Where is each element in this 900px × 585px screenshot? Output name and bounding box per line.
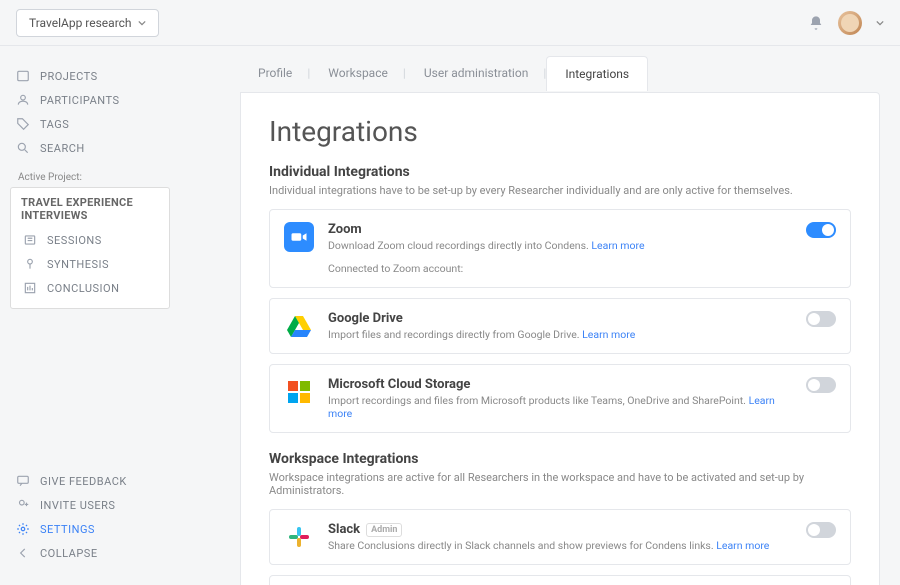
individual-desc: Individual integrations have to be set-u… xyxy=(269,184,851,197)
tab-workspace[interactable]: Workspace xyxy=(310,56,406,91)
individual-heading: Individual Integrations xyxy=(269,164,851,180)
tab-user-admin[interactable]: User administration xyxy=(406,56,546,91)
sidebar-item-label: PROJECTS xyxy=(40,70,98,83)
sidebar-item-label: SESSIONS xyxy=(47,234,102,247)
settings-tabs: Profile Workspace User administration In… xyxy=(240,56,880,92)
sidebar-item-label: GIVE FEEDBACK xyxy=(40,475,127,488)
sidebar-item-collapse[interactable]: COLLAPSE xyxy=(16,541,168,565)
sidebar-item-label: COLLAPSE xyxy=(40,547,98,560)
workspace-desc: Workspace integrations are active for al… xyxy=(269,471,851,497)
integration-ms-cloud: Microsoft Cloud Storage Import recording… xyxy=(269,364,851,433)
sidebar-item-label: INVITE USERS xyxy=(40,499,115,512)
sidebar-item-label: TAGS xyxy=(40,118,69,131)
sidebar-item-tags[interactable]: TAGS xyxy=(16,112,168,136)
sidebar-item-label: CONCLUSION xyxy=(47,282,119,295)
projects-icon xyxy=(16,69,30,83)
integration-desc: Import files and recordings directly fro… xyxy=(328,328,580,341)
microsoft-icon xyxy=(284,377,314,407)
sidebar-item-conclusion[interactable]: CONCLUSION xyxy=(23,276,159,300)
zoom-icon xyxy=(284,222,314,252)
sessions-icon xyxy=(23,233,37,247)
toggle-slack[interactable] xyxy=(806,522,836,538)
sidebar-item-participants[interactable]: PARTICIPANTS xyxy=(16,88,168,112)
integration-slack: Slack Admin Share Conclusions directly in… xyxy=(269,509,851,565)
project-selector[interactable]: TravelApp research xyxy=(16,9,159,37)
bell-icon[interactable] xyxy=(808,15,824,31)
tab-profile[interactable]: Profile xyxy=(240,56,310,91)
slack-icon xyxy=(284,522,314,552)
learn-more-link[interactable]: Learn more xyxy=(582,328,635,341)
toggle-zoom[interactable] xyxy=(806,222,836,238)
chevron-left-icon xyxy=(16,546,30,560)
sidebar-item-projects[interactable]: PROJECTS xyxy=(16,64,168,88)
toggle-gdrive[interactable] xyxy=(806,311,836,327)
page-title: Integrations xyxy=(269,115,851,148)
sidebar-item-label: PARTICIPANTS xyxy=(40,94,120,107)
participants-icon xyxy=(16,93,30,107)
tab-integrations[interactable]: Integrations xyxy=(546,56,648,91)
active-project-label: Active Project: xyxy=(0,172,180,187)
sidebar-item-label: SEARCH xyxy=(40,142,85,155)
learn-more-link[interactable]: Learn more xyxy=(716,539,769,552)
learn-more-link[interactable]: Learn more xyxy=(591,239,644,252)
integration-title: Zoom xyxy=(328,222,792,237)
toggle-ms-cloud[interactable] xyxy=(806,377,836,393)
sidebar-item-sessions[interactable]: SESSIONS xyxy=(23,228,159,252)
active-project-card: TRAVEL EXPERIENCE INTERVIEWS SESSIONS SY… xyxy=(10,187,170,309)
search-icon xyxy=(16,141,30,155)
sidebar-item-synthesis[interactable]: SYNTHESIS xyxy=(23,252,159,276)
gear-icon xyxy=(16,522,30,536)
integration-teams: T Microsoft TeamsAdmin Automatically sha… xyxy=(269,575,851,585)
avatar[interactable] xyxy=(838,11,862,35)
workspace-heading: Workspace Integrations xyxy=(269,451,851,467)
integration-desc: Share Conclusions directly in Slack chan… xyxy=(328,539,714,552)
sidebar-item-feedback[interactable]: GIVE FEEDBACK xyxy=(16,469,168,493)
integration-title: Google Drive xyxy=(328,311,792,326)
chevron-down-icon xyxy=(138,19,146,27)
feedback-icon xyxy=(16,474,30,488)
admin-badge: Admin xyxy=(366,523,402,537)
integration-zoom: Zoom Download Zoom cloud recordings dire… xyxy=(269,209,851,288)
conclusion-icon xyxy=(23,281,37,295)
integration-title: Microsoft Cloud Storage xyxy=(328,377,792,392)
tags-icon xyxy=(16,117,30,131)
sidebar-item-invite[interactable]: INVITE USERS xyxy=(16,493,168,517)
synthesis-icon xyxy=(23,257,37,271)
sidebar-item-label: SYNTHESIS xyxy=(47,258,109,271)
integration-desc: Import recordings and files from Microso… xyxy=(328,394,746,407)
sidebar-item-search[interactable]: SEARCH xyxy=(16,136,168,160)
invite-icon xyxy=(16,498,30,512)
chevron-down-icon[interactable] xyxy=(876,19,884,27)
gdrive-icon xyxy=(284,311,314,341)
integration-status: Connected to Zoom account: xyxy=(328,262,792,275)
project-selector-label: TravelApp research xyxy=(29,16,132,30)
active-project-title: TRAVEL EXPERIENCE INTERVIEWS xyxy=(21,196,159,222)
integration-gdrive: Google Drive Import files and recordings… xyxy=(269,298,851,354)
sidebar-item-label: SETTINGS xyxy=(40,523,95,536)
integration-title: Slack xyxy=(328,522,360,537)
sidebar-item-settings[interactable]: SETTINGS xyxy=(16,517,168,541)
integration-desc: Download Zoom cloud recordings directly … xyxy=(328,239,589,252)
